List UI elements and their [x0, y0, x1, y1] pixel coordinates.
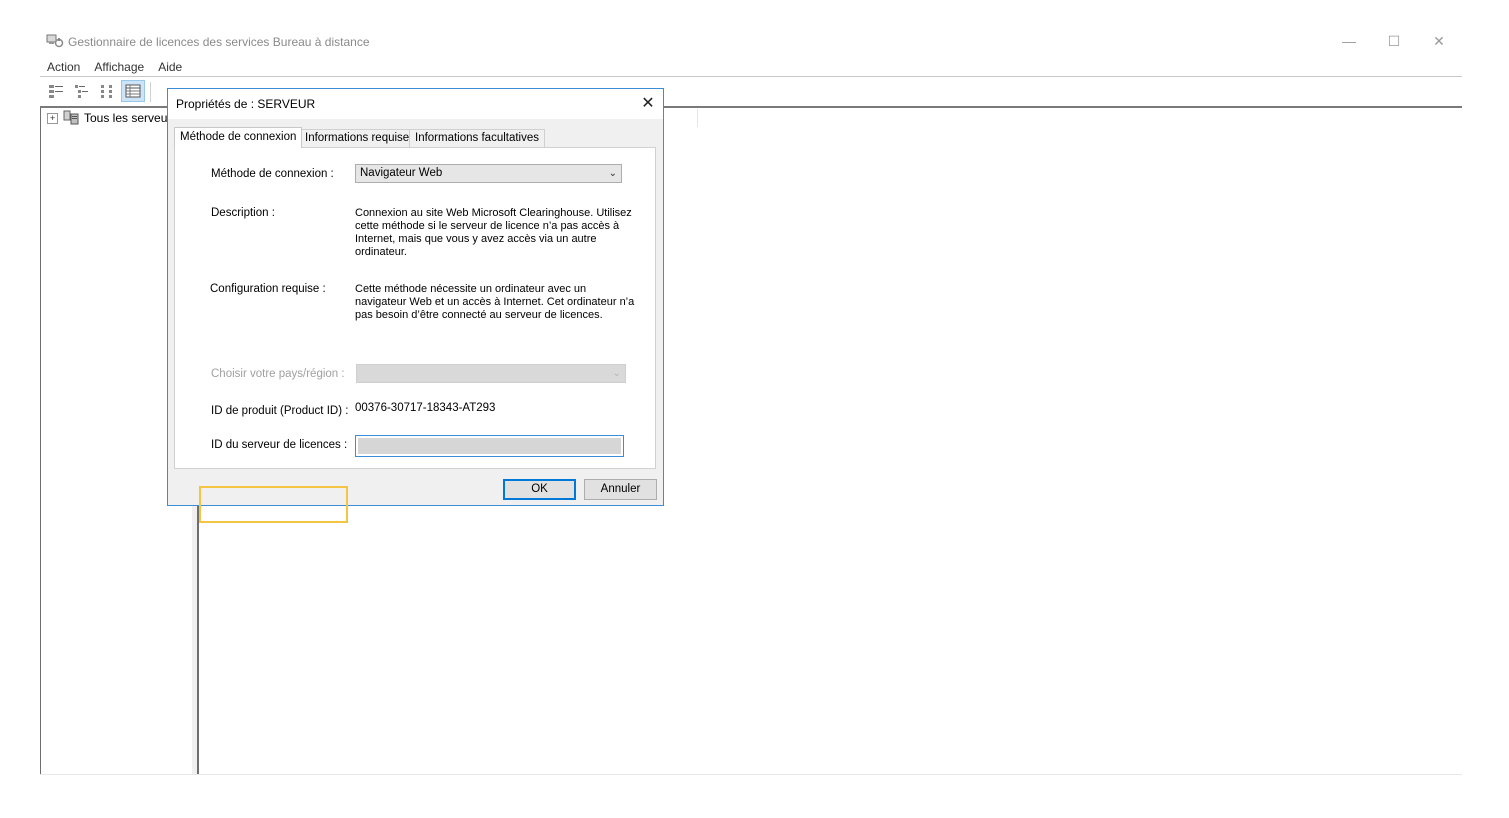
- highlight-frame: [199, 486, 348, 523]
- product-id-value: 00376-30717-18343-AT293: [355, 402, 496, 414]
- properties-dialog: Propriétés de : SERVEUR ✕ Méthode de con…: [167, 88, 664, 523]
- tab-connection-method[interactable]: Méthode de connexion: [174, 127, 303, 148]
- maximize-button[interactable]: ☐: [1379, 30, 1409, 52]
- dialog-title: Propriétés de : SERVEUR: [176, 97, 316, 111]
- connection-method-select[interactable]: Navigateur Web ⌄: [355, 164, 622, 183]
- connection-method-label: Méthode de connexion :: [211, 168, 334, 180]
- product-id-label: ID de produit (Product ID) :: [211, 405, 349, 417]
- toolbar-separator: [40, 76, 1462, 77]
- license-server-id-input[interactable]: [358, 438, 621, 454]
- minimize-button[interactable]: —: [1334, 30, 1364, 52]
- menu-affichage[interactable]: Affichage: [87, 58, 151, 76]
- menu-action[interactable]: Action: [40, 58, 87, 76]
- description-text: Connexion au site Web Microsoft Clearing…: [355, 207, 632, 258]
- servers-icon: [62, 110, 80, 126]
- details-view-icon[interactable]: [121, 80, 145, 102]
- tab-optional-info[interactable]: Informations facultatives: [409, 129, 546, 147]
- menu-bar: Action Affichage Aide: [40, 58, 189, 76]
- requirements-label: Configuration requise :: [210, 283, 326, 295]
- cancel-button[interactable]: Annuler: [584, 479, 657, 500]
- tab-panel: Méthode de connexion : Navigateur Web ⌄ …: [174, 147, 656, 523]
- window-bottom-border: [40, 774, 1462, 775]
- country-select: ⌄: [356, 364, 626, 383]
- window-title: Gestionnaire de licences des services Bu…: [68, 35, 370, 49]
- large-icons-view-icon[interactable]: [45, 81, 67, 101]
- ok-button[interactable]: OK: [503, 479, 576, 500]
- license-server-id-field[interactable]: [355, 435, 624, 457]
- list-view-icon[interactable]: [97, 81, 119, 101]
- requirements-text: Cette méthode nécessite un ordinateur av…: [355, 283, 635, 321]
- menu-aide[interactable]: Aide: [151, 58, 189, 76]
- small-icons-view-icon[interactable]: [71, 81, 93, 101]
- chevron-down-icon: ⌄: [612, 368, 621, 379]
- tree-expand-icon[interactable]: +: [47, 113, 58, 124]
- license-server-id-label: ID du serveur de licences :: [211, 439, 348, 451]
- column-divider: [697, 109, 698, 127]
- connection-method-value: Navigateur Web: [360, 167, 443, 179]
- country-label: Choisir votre pays/région :: [211, 368, 345, 380]
- description-label: Description :: [211, 207, 275, 219]
- license-manager-icon: [46, 33, 64, 49]
- tab-required-info[interactable]: Informations requises: [299, 129, 421, 147]
- close-window-button[interactable]: ✕: [1424, 30, 1454, 52]
- toolbar-divider: [150, 82, 151, 102]
- dialog-close-icon[interactable]: ✕: [634, 92, 662, 116]
- tree-item-all-servers[interactable]: Tous les serveurs: [84, 111, 168, 125]
- chevron-down-icon: ⌄: [608, 168, 617, 179]
